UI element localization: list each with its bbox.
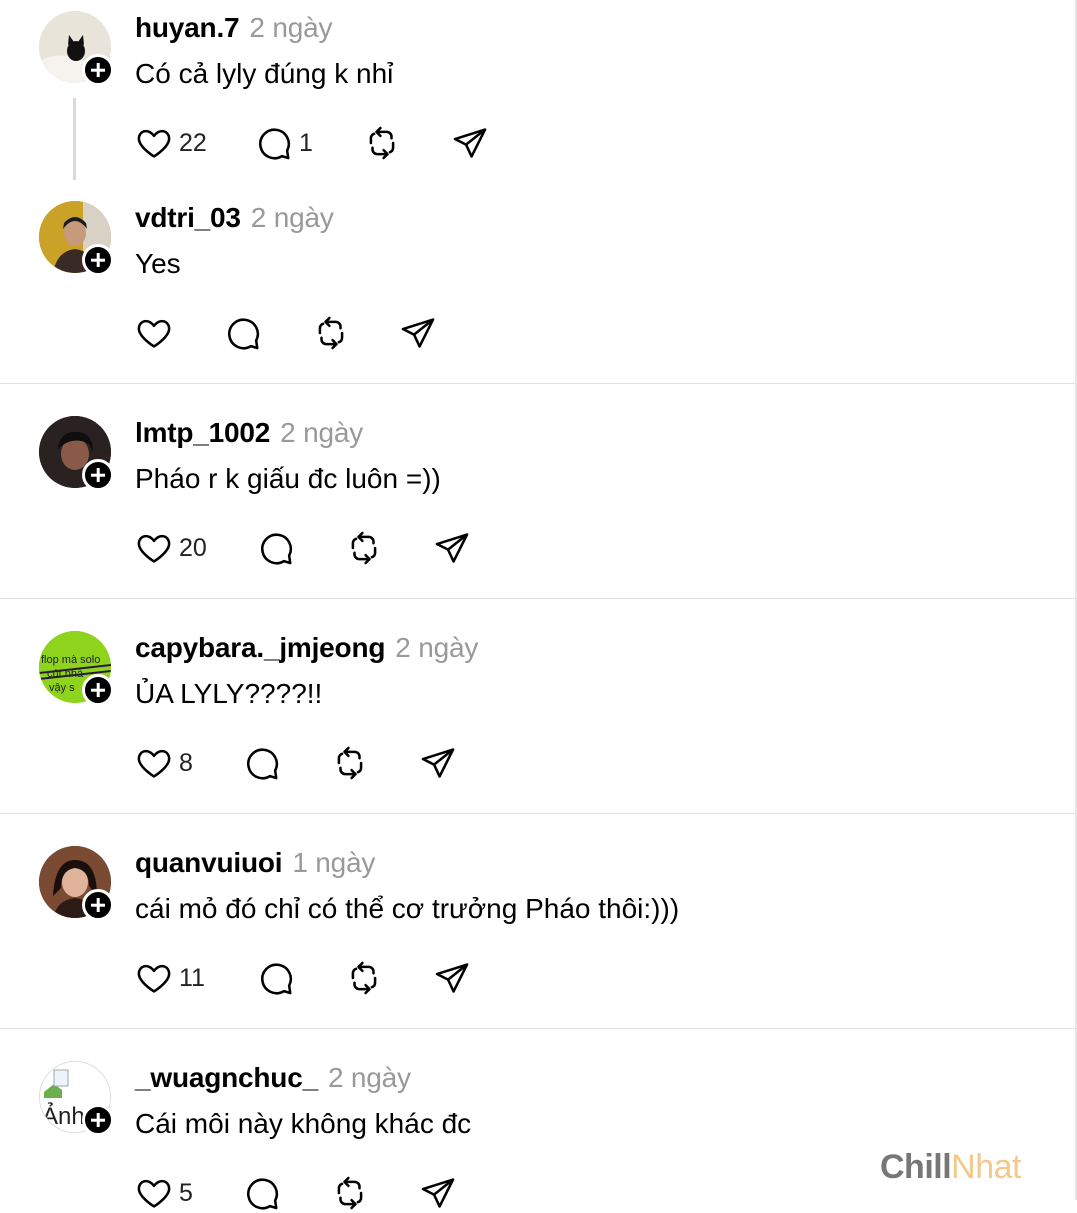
comment-button[interactable] xyxy=(257,528,295,568)
post-text: Pháo r k giấu đc luôn =)) xyxy=(135,463,441,494)
repost-icon xyxy=(369,126,395,160)
svg-text:flop mà solo: flop mà solo xyxy=(41,654,100,666)
heart-icon xyxy=(137,534,171,563)
comment-icon xyxy=(261,963,293,995)
username[interactable]: capybara._jmjeong 2 ngày xyxy=(135,632,478,664)
like-button[interactable] xyxy=(135,313,173,353)
like-count: 11 xyxy=(179,963,205,992)
username[interactable]: quanvuiuoi 1 ngày xyxy=(135,847,375,879)
share-icon xyxy=(435,533,469,563)
like-button[interactable]: 20 xyxy=(135,528,207,568)
post-time: 2 ngày xyxy=(327,1062,411,1093)
share-button[interactable] xyxy=(433,958,471,998)
comment-button[interactable] xyxy=(243,743,281,783)
post-time: 1 ngày xyxy=(292,847,376,878)
follow-plus-icon[interactable] xyxy=(82,889,114,921)
repost-icon xyxy=(351,961,377,995)
repost-button[interactable] xyxy=(345,528,383,568)
divider xyxy=(0,598,1077,599)
svg-text:cút nhà: cút nhà xyxy=(47,668,84,680)
share-icon xyxy=(453,128,487,158)
username[interactable]: _wuagnchuc_ 2 ngày xyxy=(135,1062,411,1094)
repost-button[interactable] xyxy=(312,313,350,353)
heart-icon xyxy=(137,964,171,993)
follow-plus-icon[interactable] xyxy=(82,674,114,706)
comment-button[interactable] xyxy=(224,313,262,353)
post-time: 2 ngày xyxy=(249,12,333,43)
repost-icon xyxy=(351,531,377,565)
thread-line xyxy=(73,98,76,180)
divider xyxy=(0,383,1077,384)
repost-button[interactable] xyxy=(331,743,369,783)
follow-plus-icon[interactable] xyxy=(82,54,114,86)
heart-icon xyxy=(137,319,171,348)
repost-button[interactable] xyxy=(345,958,383,998)
comment-button[interactable] xyxy=(243,1173,281,1213)
divider xyxy=(0,1028,1077,1029)
repost-button[interactable] xyxy=(363,123,401,163)
repost-icon xyxy=(318,316,344,350)
post-text: cái mỏ đó chỉ có thể cơ trưởng Pháo thôi… xyxy=(135,893,680,924)
like-count: 20 xyxy=(179,533,207,562)
like-button[interactable]: 22 xyxy=(135,123,207,163)
like-count: 22 xyxy=(179,128,207,157)
comment-button[interactable] xyxy=(257,958,295,998)
like-button[interactable]: 8 xyxy=(135,743,193,783)
share-button[interactable] xyxy=(451,123,489,163)
post-text: ỦA LYLY????!! xyxy=(135,678,323,709)
post-text: Có cả lyly đúng k nhỉ xyxy=(135,58,394,89)
share-icon xyxy=(421,1178,455,1208)
repost-button[interactable] xyxy=(331,1173,369,1213)
username[interactable]: vdtri_03 2 ngày xyxy=(135,202,334,234)
comment-icon xyxy=(261,533,293,565)
username[interactable]: lmtp_1002 2 ngày xyxy=(135,417,363,449)
watermark: ChillNhat xyxy=(880,1148,1021,1186)
follow-plus-icon[interactable] xyxy=(82,244,114,276)
follow-plus-icon[interactable] xyxy=(82,459,114,491)
heart-icon xyxy=(137,129,171,158)
like-count: 8 xyxy=(179,748,193,777)
follow-plus-icon[interactable] xyxy=(82,1104,114,1136)
like-count: 5 xyxy=(179,1178,193,1207)
like-button[interactable]: 5 xyxy=(135,1173,193,1213)
heart-icon xyxy=(137,749,171,778)
share-button[interactable] xyxy=(419,743,457,783)
share-button[interactable] xyxy=(399,313,437,353)
comment-icon xyxy=(259,128,291,160)
reply-count: 1 xyxy=(299,128,313,157)
post-time: 2 ngày xyxy=(395,632,479,663)
svg-text:vậy s: vậy s xyxy=(49,682,75,694)
share-icon xyxy=(435,963,469,993)
like-button[interactable]: 11 xyxy=(135,958,205,998)
comment-icon xyxy=(228,318,260,350)
share-icon xyxy=(401,318,435,348)
comment-button[interactable]: 1 xyxy=(255,123,313,163)
share-button[interactable] xyxy=(419,1173,457,1213)
username[interactable]: huyan.7 2 ngày xyxy=(135,12,332,44)
post-time: 2 ngày xyxy=(280,417,364,448)
post-time: 2 ngày xyxy=(250,202,334,233)
share-button[interactable] xyxy=(433,528,471,568)
heart-icon xyxy=(137,1179,171,1208)
divider xyxy=(0,813,1077,814)
share-icon xyxy=(421,748,455,778)
comment-icon xyxy=(247,748,279,780)
repost-icon xyxy=(337,746,363,780)
repost-icon xyxy=(337,1176,363,1210)
post-text: Cái môi này không khác đc xyxy=(135,1108,472,1139)
comment-icon xyxy=(247,1178,279,1210)
svg-text:Ảnh: Ảnh xyxy=(42,1101,85,1130)
post-text: Yes xyxy=(135,248,181,279)
